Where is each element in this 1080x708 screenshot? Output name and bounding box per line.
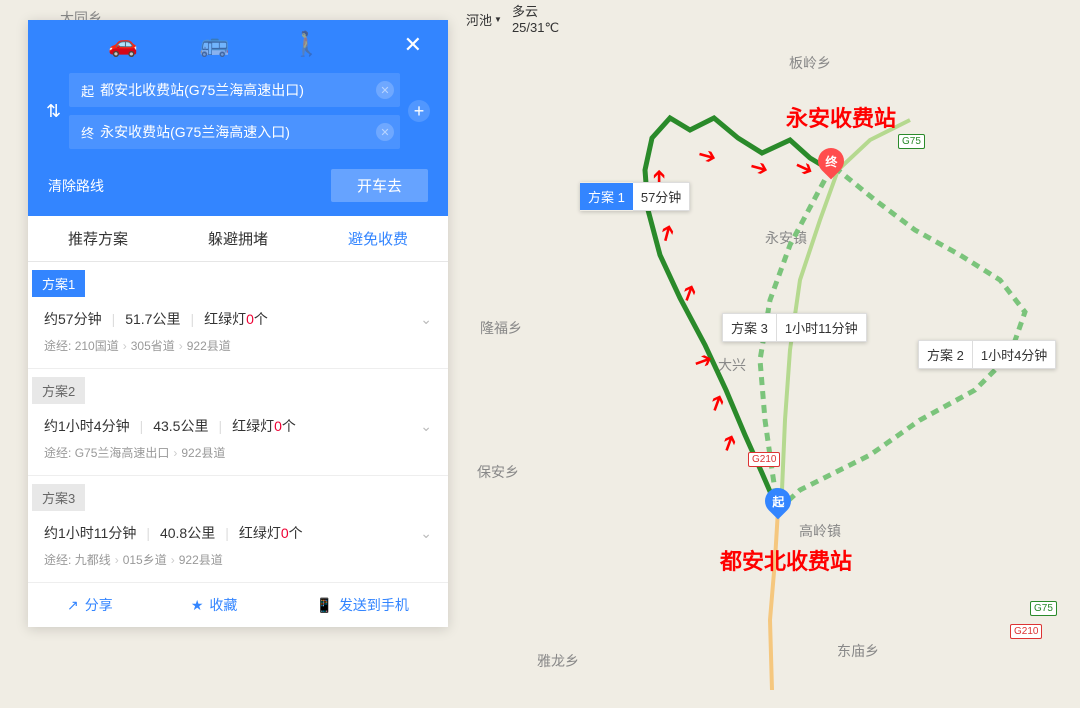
- plan-via: 途经: G75兰海高速出口›922县道: [28, 440, 448, 476]
- end-input[interactable]: 终 永安收费站(G75兰海高速入口) ✕: [69, 115, 400, 149]
- end-value: 永安收费站(G75兰海高速入口): [100, 122, 376, 142]
- add-waypoint-button[interactable]: +: [408, 100, 430, 122]
- tab-avoid-jam[interactable]: 躲避拥堵: [168, 216, 308, 261]
- walk-icon[interactable]: 🚶: [292, 30, 322, 59]
- plans-list: 方案1 约57分钟| 51.7公里| 红绿灯0个 ⌄ 途经: 210国道›305…: [28, 262, 448, 583]
- plan-row[interactable]: 约1小时4分钟| 43.5公里| 红绿灯0个 ⌄: [28, 404, 448, 440]
- annotation-start: 都安北收费站: [720, 544, 852, 576]
- star-icon: ★: [191, 597, 204, 614]
- annotation-end: 永安收费站: [786, 101, 896, 133]
- send-to-phone-button[interactable]: 📱发送到手机: [315, 595, 408, 615]
- chevron-down-icon: ▼: [494, 15, 502, 24]
- plan-label: 方案3: [32, 484, 85, 511]
- bus-icon[interactable]: 🚌: [200, 30, 230, 59]
- start-input[interactable]: 起 都安北收费站(G75兰海高速出口) ✕: [69, 73, 400, 107]
- go-button[interactable]: 开车去: [331, 169, 428, 202]
- weather-location[interactable]: 河池▼: [466, 10, 502, 29]
- clear-icon[interactable]: ✕: [376, 123, 394, 141]
- shield-g210: G210: [1010, 624, 1042, 639]
- share-button[interactable]: ↗分享: [67, 595, 113, 615]
- directions-panel: 🚗 🚌 🚶 ✕ ⇅ 起 都安北收费站(G75兰海高速出口) ✕ 终 永安收费站(…: [28, 20, 448, 627]
- panel-footer: ↗分享 ★收藏 📱发送到手机: [28, 583, 448, 627]
- shield-g210: G210: [748, 452, 780, 467]
- swap-icon[interactable]: ⇅: [46, 101, 61, 122]
- plan-via: 途经: 九都线›015乡道›922县道: [28, 547, 448, 583]
- callout-plan1[interactable]: 方案 157分钟: [580, 182, 690, 211]
- marker-start[interactable]: 起: [765, 488, 791, 522]
- clear-route-link[interactable]: 清除路线: [48, 176, 104, 196]
- chevron-down-icon[interactable]: ⌄: [420, 311, 432, 328]
- callout-plan3[interactable]: 方案 31小时11分钟: [722, 313, 867, 342]
- shield-g75: G75: [1030, 601, 1057, 616]
- plan-label: 方案2: [32, 377, 85, 404]
- route-tabs: 推荐方案 躲避拥堵 避免收费: [28, 216, 448, 262]
- clear-icon[interactable]: ✕: [376, 81, 394, 99]
- phone-icon: 📱: [315, 597, 332, 614]
- weather-widget[interactable]: 河池▼ 多云25/31℃: [466, 4, 559, 35]
- callout-plan2[interactable]: 方案 21小时4分钟: [918, 340, 1056, 369]
- plan-via: 途经: 210国道›305省道›922县道: [28, 333, 448, 369]
- tab-avoid-toll[interactable]: 避免收费: [308, 216, 448, 261]
- marker-end[interactable]: 终: [818, 148, 844, 182]
- plan-row[interactable]: 约57分钟| 51.7公里| 红绿灯0个 ⌄: [28, 297, 448, 333]
- panel-header: 🚗 🚌 🚶 ✕ ⇅ 起 都安北收费站(G75兰海高速出口) ✕ 终 永安收费站(…: [28, 20, 448, 216]
- chevron-down-icon[interactable]: ⌄: [420, 525, 432, 542]
- transport-modes: 🚗 🚌 🚶: [108, 30, 322, 59]
- plan-row[interactable]: 约1小时11分钟| 40.8公里| 红绿灯0个 ⌄: [28, 511, 448, 547]
- close-icon[interactable]: ✕: [404, 32, 422, 58]
- plan-label: 方案1: [32, 270, 85, 297]
- start-value: 都安北收费站(G75兰海高速出口): [100, 80, 376, 100]
- favorite-button[interactable]: ★收藏: [191, 595, 238, 615]
- chevron-down-icon[interactable]: ⌄: [420, 418, 432, 435]
- shield-g75: G75: [898, 134, 925, 149]
- tab-recommended[interactable]: 推荐方案: [28, 216, 168, 261]
- share-icon: ↗: [67, 597, 79, 614]
- weather-info: 多云25/31℃: [512, 4, 559, 35]
- car-icon[interactable]: 🚗: [108, 30, 138, 59]
